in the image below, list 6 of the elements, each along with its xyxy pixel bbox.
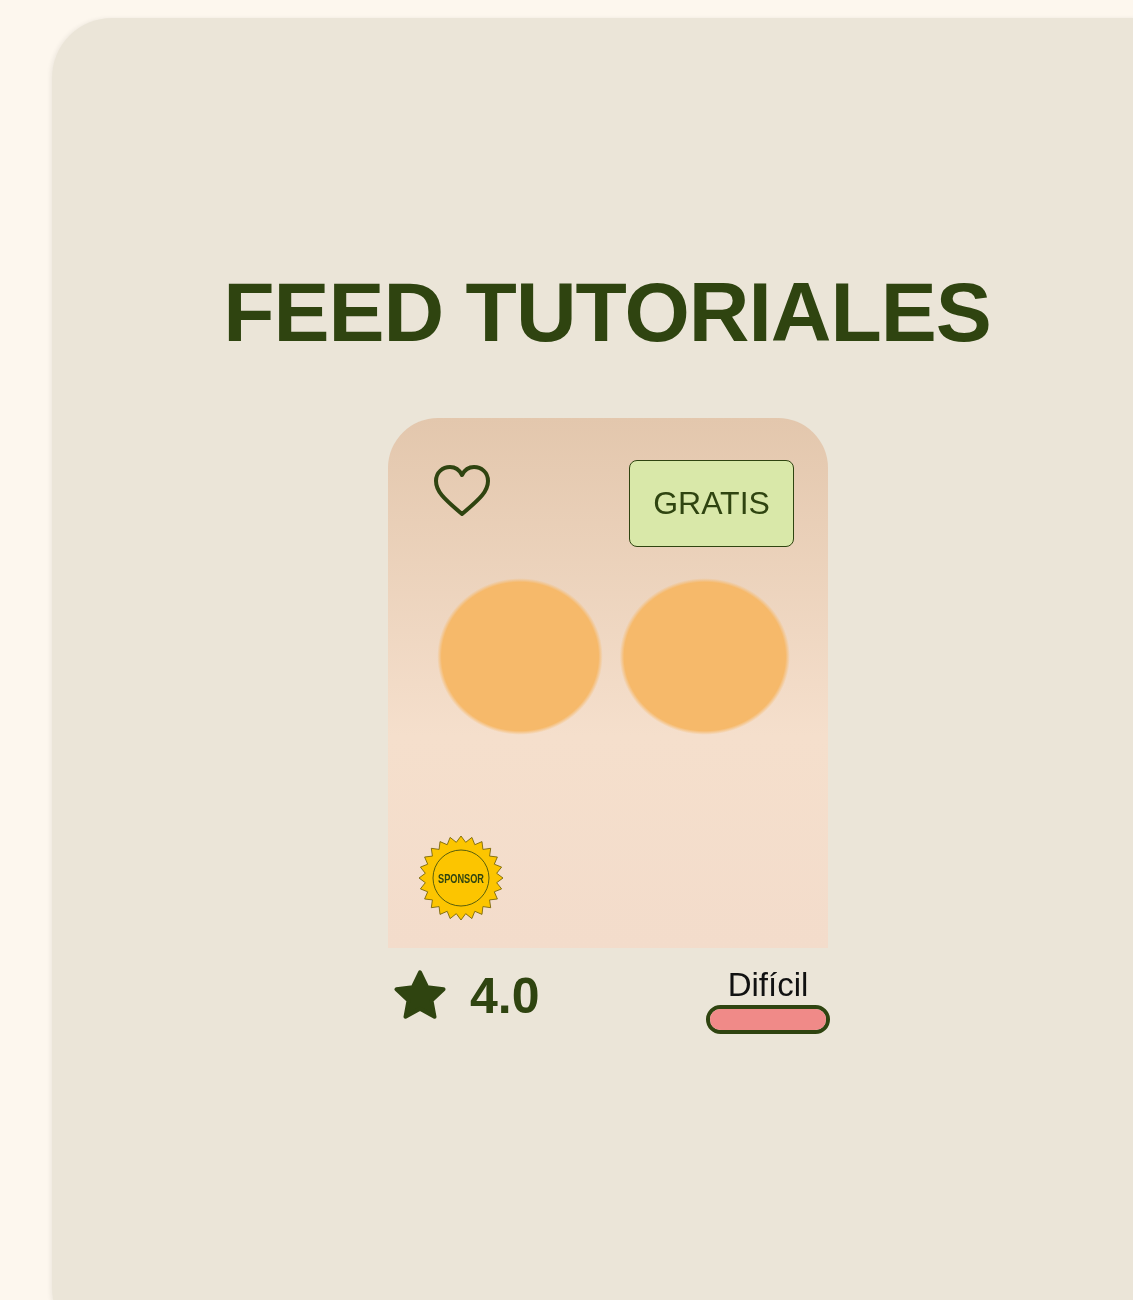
difficulty-label: Difícil	[727, 966, 809, 1003]
sponsor-seal: SPONSOR	[419, 836, 503, 920]
free-badge[interactable]: GRATIS	[629, 460, 794, 547]
page-title: FEED TUTORIALES	[222, 264, 992, 354]
rating-value: 4.0	[470, 967, 540, 1025]
heart-icon[interactable]	[433, 464, 491, 518]
